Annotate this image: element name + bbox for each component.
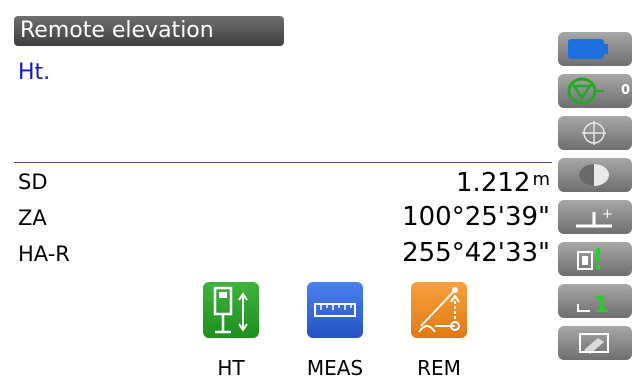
contrast-button[interactable]	[558, 158, 632, 192]
softkey-ht[interactable]: HT	[194, 282, 268, 380]
reticle-button[interactable]	[558, 116, 632, 150]
reflector-button[interactable]	[558, 242, 632, 276]
tilt-button[interactable]: +	[558, 200, 632, 234]
input-mode-icon	[579, 333, 609, 354]
page-title: Remote elevation	[14, 16, 284, 46]
za-value: 100°25'39"	[402, 202, 550, 232]
ha-r-value: 255°42'33"	[402, 238, 550, 268]
height-icon	[203, 282, 259, 338]
sd-value: 1.212 m	[456, 168, 550, 198]
ruler-icon	[307, 282, 363, 338]
target-count: 0	[620, 83, 630, 98]
sd-unit: m	[532, 169, 550, 190]
status-sidebar: 0 + 1	[556, 32, 632, 362]
laser-level: 1	[594, 293, 609, 318]
reflector-sheet-icon	[577, 248, 600, 270]
target-button[interactable]: 0	[558, 74, 632, 108]
ha-r-label: HA-R	[18, 242, 70, 266]
contrast-icon	[579, 164, 609, 186]
battery-button[interactable]	[558, 32, 632, 66]
laser-button[interactable]: 1	[558, 284, 632, 318]
screen: Remote elevation Ht. SD 1.212 m ZA 100°25…	[0, 0, 632, 380]
za-label: ZA	[18, 206, 47, 230]
remote-elevation-icon	[411, 282, 467, 338]
battery-icon	[568, 39, 608, 59]
sd-label: SD	[18, 170, 48, 194]
softkey-meas-label: MEAS	[306, 356, 364, 380]
height-field-label[interactable]: Ht.	[18, 60, 50, 85]
tilt-correction-icon: +	[576, 207, 613, 228]
softkey-rem-label: REM	[417, 356, 461, 380]
input-mode-button[interactable]	[558, 326, 632, 360]
softkey-meas[interactable]: MEAS	[298, 282, 372, 380]
softkey-rem[interactable]: REM	[402, 282, 476, 380]
crosshair-icon	[582, 121, 606, 145]
softkey-ht-label: HT	[217, 356, 245, 380]
divider	[14, 162, 552, 163]
laser-pointer-icon: 1	[577, 293, 609, 318]
svg-text:+: +	[602, 207, 613, 222]
sd-number: 1.212	[456, 168, 531, 198]
